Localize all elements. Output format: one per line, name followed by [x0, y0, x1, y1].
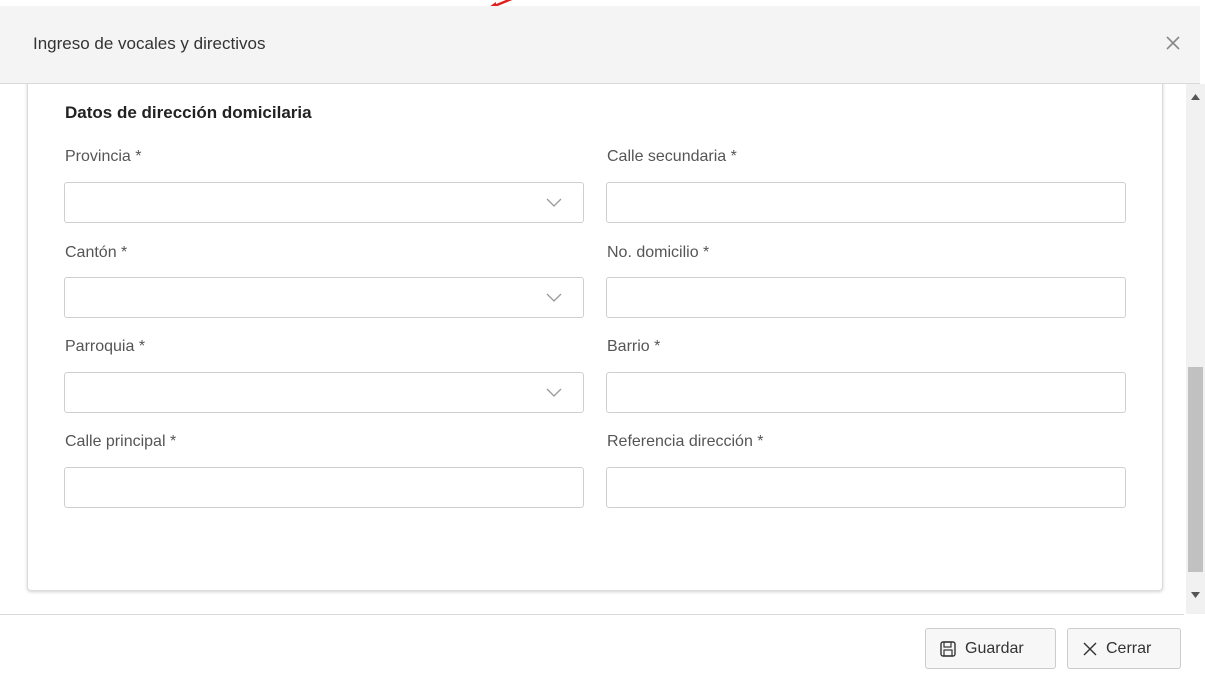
save-button[interactable]: Guardar [925, 628, 1056, 669]
calle-secundaria-label: Calle secundaria * [607, 148, 737, 165]
save-button-label: Guardar [965, 639, 1024, 657]
x-icon [1083, 642, 1097, 655]
parroquia-label: Parroquia * [65, 338, 146, 355]
scroll-up-arrow-icon[interactable] [1191, 94, 1200, 100]
no-domicilio-label: No. domicilio * [607, 244, 710, 261]
referencia-input[interactable] [606, 467, 1126, 508]
barrio-input[interactable] [606, 372, 1126, 413]
dialog-header: Ingreso de vocales y directivos [0, 6, 1200, 84]
calle-principal-label: Calle principal * [65, 433, 177, 450]
address-card [27, 84, 1163, 591]
dialog-title: Ingreso de vocales y directivos [33, 34, 266, 53]
scroll-down-arrow-icon[interactable] [1191, 592, 1200, 598]
referencia-label: Referencia dirección * [607, 433, 764, 450]
chevron-down-icon [546, 388, 562, 397]
scrollbar-thumb[interactable] [1188, 367, 1203, 572]
chevron-down-icon [546, 198, 562, 207]
provincia-select[interactable] [64, 182, 584, 223]
floppy-disk-icon [940, 640, 956, 657]
canton-label: Cantón * [65, 244, 128, 261]
section-title: Datos de dirección domicilaria [65, 103, 312, 122]
close-button-label: Cerrar [1106, 639, 1152, 657]
footer-divider [0, 614, 1184, 615]
calle-principal-input[interactable] [64, 467, 584, 508]
dialog-body: Datos de dirección domicilaria Provincia… [0, 84, 1184, 614]
canton-select[interactable] [64, 277, 584, 318]
parroquia-select[interactable] [64, 372, 584, 413]
calle-secundaria-input[interactable] [606, 182, 1126, 223]
barrio-label: Barrio * [607, 338, 661, 355]
no-domicilio-input[interactable] [606, 277, 1126, 318]
chevron-down-icon [546, 293, 562, 302]
close-icon[interactable] [1160, 30, 1186, 56]
close-button[interactable]: Cerrar [1067, 628, 1181, 669]
vertical-scrollbar[interactable] [1186, 84, 1205, 614]
provincia-label: Provincia * [65, 148, 142, 165]
